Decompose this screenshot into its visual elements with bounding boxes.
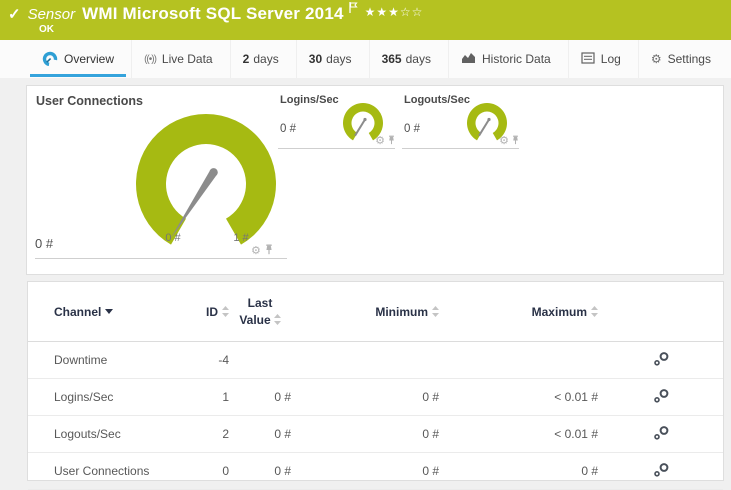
- tab-30-days[interactable]: 30 days: [295, 40, 364, 78]
- channel-last-value: 0 #: [274, 464, 291, 478]
- sensor-header: ✓ Sensor WMI Microsoft SQL Server 2014 ★…: [0, 0, 731, 40]
- tab-bar: Overview ((•)) Live Data 2 days 30 days …: [0, 40, 731, 78]
- channel-minimum: 0 #: [422, 464, 439, 478]
- logouts-gauge-block: Logouts/Sec 0 # ⚙: [402, 92, 519, 149]
- priority-stars[interactable]: ★★★☆☆: [365, 5, 424, 19]
- gauges-panel: User Connections 0 # 1 # 0 # ⚙ Logins/Se…: [26, 85, 724, 275]
- channel-maximum: 0 #: [581, 464, 598, 478]
- tab-historic-data[interactable]: Historic Data: [448, 40, 563, 78]
- table-row: Logouts/Sec 2 0 # 0 # < 0.01 #: [28, 416, 723, 453]
- channel-name: Logins/Sec: [54, 390, 114, 404]
- tab-2-days[interactable]: 2 days: [229, 40, 291, 78]
- channel-last-value: 0 #: [274, 390, 291, 404]
- gauge-needle: [170, 170, 217, 240]
- tab-historic-label: Historic Data: [482, 52, 551, 66]
- tab-365-days[interactable]: 365 days: [368, 40, 443, 78]
- gauge-settings-gear-icon[interactable]: ⚙: [375, 135, 385, 147]
- channel-id: 1: [222, 390, 229, 404]
- channel-id: 0: [222, 464, 229, 478]
- gauge-scale-min: 0 #: [165, 232, 181, 244]
- gauge-pin-icon[interactable]: [388, 132, 395, 150]
- table-row: Logins/Sec 1 0 # 0 # < 0.01 #: [28, 379, 723, 416]
- column-header-maximum[interactable]: Maximum: [439, 305, 598, 319]
- sort-icon: [591, 306, 598, 317]
- tab-settings-label: Settings: [667, 52, 711, 66]
- user-connections-gauge[interactable]: [121, 102, 291, 252]
- log-list-icon: [581, 51, 595, 67]
- sort-icon: [273, 314, 281, 326]
- channel-id: -4: [218, 353, 229, 367]
- table-header-row: Channel ID Last Value Minimum Maximum: [28, 282, 723, 342]
- channel-maximum: < 0.01 #: [554, 427, 598, 441]
- historic-chart-icon: [461, 51, 476, 67]
- gauge-settings-gear-icon[interactable]: ⚙: [251, 245, 261, 257]
- gear-icon: ⚙: [650, 52, 662, 66]
- channel-last-value: 0 #: [274, 427, 291, 441]
- sort-icon: [432, 306, 439, 317]
- tab-live-data[interactable]: ((•)) Live Data: [131, 40, 225, 78]
- column-header-minimum[interactable]: Minimum: [291, 305, 439, 319]
- sensor-title: WMI Microsoft SQL Server 2014: [82, 4, 344, 23]
- column-header-last-value[interactable]: Last Value: [229, 295, 291, 327]
- main-gauge-value: 0 #: [35, 236, 54, 251]
- table-row: User Connections 0 0 # 0 # 0 #: [28, 453, 723, 490]
- tab-settings[interactable]: ⚙ Settings: [637, 40, 723, 78]
- flag-icon[interactable]: [348, 0, 358, 18]
- gauge-divider: [35, 258, 287, 259]
- table-row: Downtime -4: [28, 342, 723, 379]
- channels-table-panel: Channel ID Last Value Minimum Maximum Do…: [27, 281, 724, 490]
- object-kind-label: Sensor: [27, 6, 76, 23]
- logins-gauge-block: Logins/Sec 0 # ⚙: [278, 92, 395, 149]
- sensor-status-text: OK: [39, 24, 54, 35]
- gauge-settings-gear-icon[interactable]: ⚙: [499, 135, 509, 147]
- channel-minimum: 0 #: [422, 427, 439, 441]
- tab-live-data-label: Live Data: [161, 52, 213, 66]
- live-data-icon: ((•)): [144, 53, 157, 65]
- channel-name: Logouts/Sec: [54, 427, 121, 441]
- logouts-gauge-title: Logouts/Sec: [404, 94, 471, 106]
- channel-settings-icon[interactable]: [653, 351, 677, 370]
- tab-overview[interactable]: Overview: [30, 40, 127, 78]
- channel-minimum: 0 #: [422, 390, 439, 404]
- tab-log[interactable]: Log: [567, 40, 633, 78]
- status-ok-check-icon: ✓: [8, 6, 21, 23]
- channel-settings-icon[interactable]: [653, 388, 677, 407]
- channel-name: Downtime: [54, 353, 108, 367]
- channel-name: User Connections: [54, 464, 150, 478]
- column-header-channel[interactable]: Channel: [54, 305, 184, 319]
- tab-overview-label: Overview: [64, 52, 115, 66]
- logins-gauge-title: Logins/Sec: [280, 94, 339, 106]
- sort-desc-icon: [105, 309, 114, 314]
- sort-icon: [222, 306, 229, 317]
- channel-settings-icon[interactable]: [653, 425, 677, 444]
- channel-id: 2: [222, 427, 229, 441]
- logouts-gauge-value: 0 #: [404, 123, 420, 135]
- gauge-icon: [42, 50, 58, 69]
- tab-log-label: Log: [600, 52, 621, 66]
- column-header-id[interactable]: ID: [184, 305, 229, 319]
- channel-settings-icon[interactable]: [653, 462, 677, 481]
- logins-gauge-value: 0 #: [280, 123, 296, 135]
- gauge-pin-icon[interactable]: [512, 132, 519, 150]
- channel-maximum: < 0.01 #: [554, 390, 598, 404]
